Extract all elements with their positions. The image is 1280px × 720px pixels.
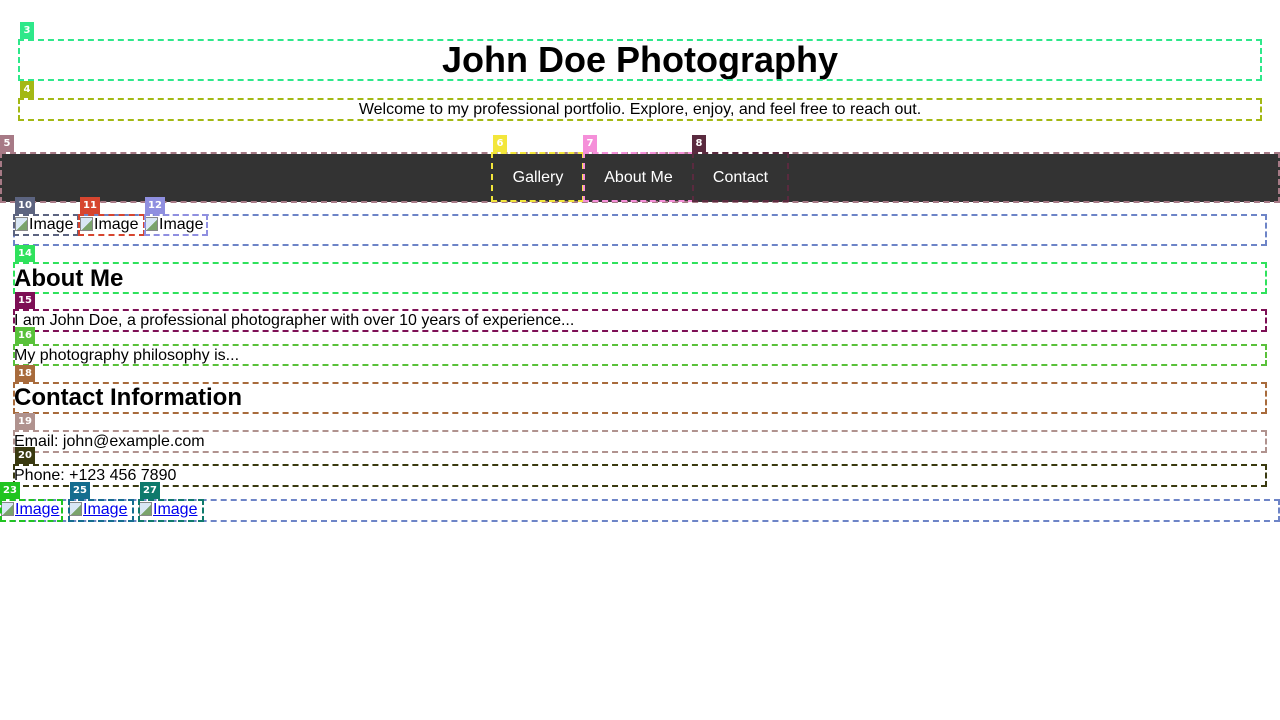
overlay-box — [13, 309, 1267, 332]
overlay-marker: 8 — [692, 135, 706, 152]
overlay-box — [692, 152, 789, 202]
overlay-marker: 6 — [493, 135, 507, 152]
overlay-box — [144, 214, 208, 236]
overlay-box — [13, 262, 1267, 294]
overlay-marker: 23 — [0, 482, 20, 499]
overlay-box — [78, 214, 145, 236]
overlay-marker: 10 — [15, 197, 35, 214]
overlay-marker: 12 — [145, 197, 165, 214]
overlay-box — [18, 98, 1262, 121]
overlay-box — [13, 382, 1267, 414]
overlay-marker: 4 — [20, 81, 34, 98]
overlay-marker: 3 — [20, 22, 34, 39]
overlay-box — [13, 430, 1267, 453]
overlay-marker: 11 — [80, 197, 100, 214]
overlay-box — [491, 152, 584, 202]
overlay-box — [13, 344, 1267, 366]
overlay-box — [18, 39, 1262, 81]
overlay-marker: 7 — [583, 135, 597, 152]
overlay-box — [13, 464, 1267, 487]
overlay-marker: 16 — [15, 327, 35, 344]
overlay-marker: 20 — [15, 447, 35, 464]
overlay-marker: 25 — [70, 482, 90, 499]
overlay-marker: 14 — [15, 245, 35, 262]
overlay-marker: 18 — [15, 365, 35, 382]
overlay-box — [138, 499, 204, 522]
overlay-marker: 5 — [0, 135, 14, 152]
overlay-marker: 15 — [15, 292, 35, 309]
overlay-marker: 19 — [15, 413, 35, 430]
overlay-marker: 27 — [140, 482, 160, 499]
overlay-box — [0, 499, 63, 522]
overlay-box — [13, 214, 79, 236]
overlay-box — [68, 499, 134, 522]
overlay-box — [583, 152, 694, 202]
